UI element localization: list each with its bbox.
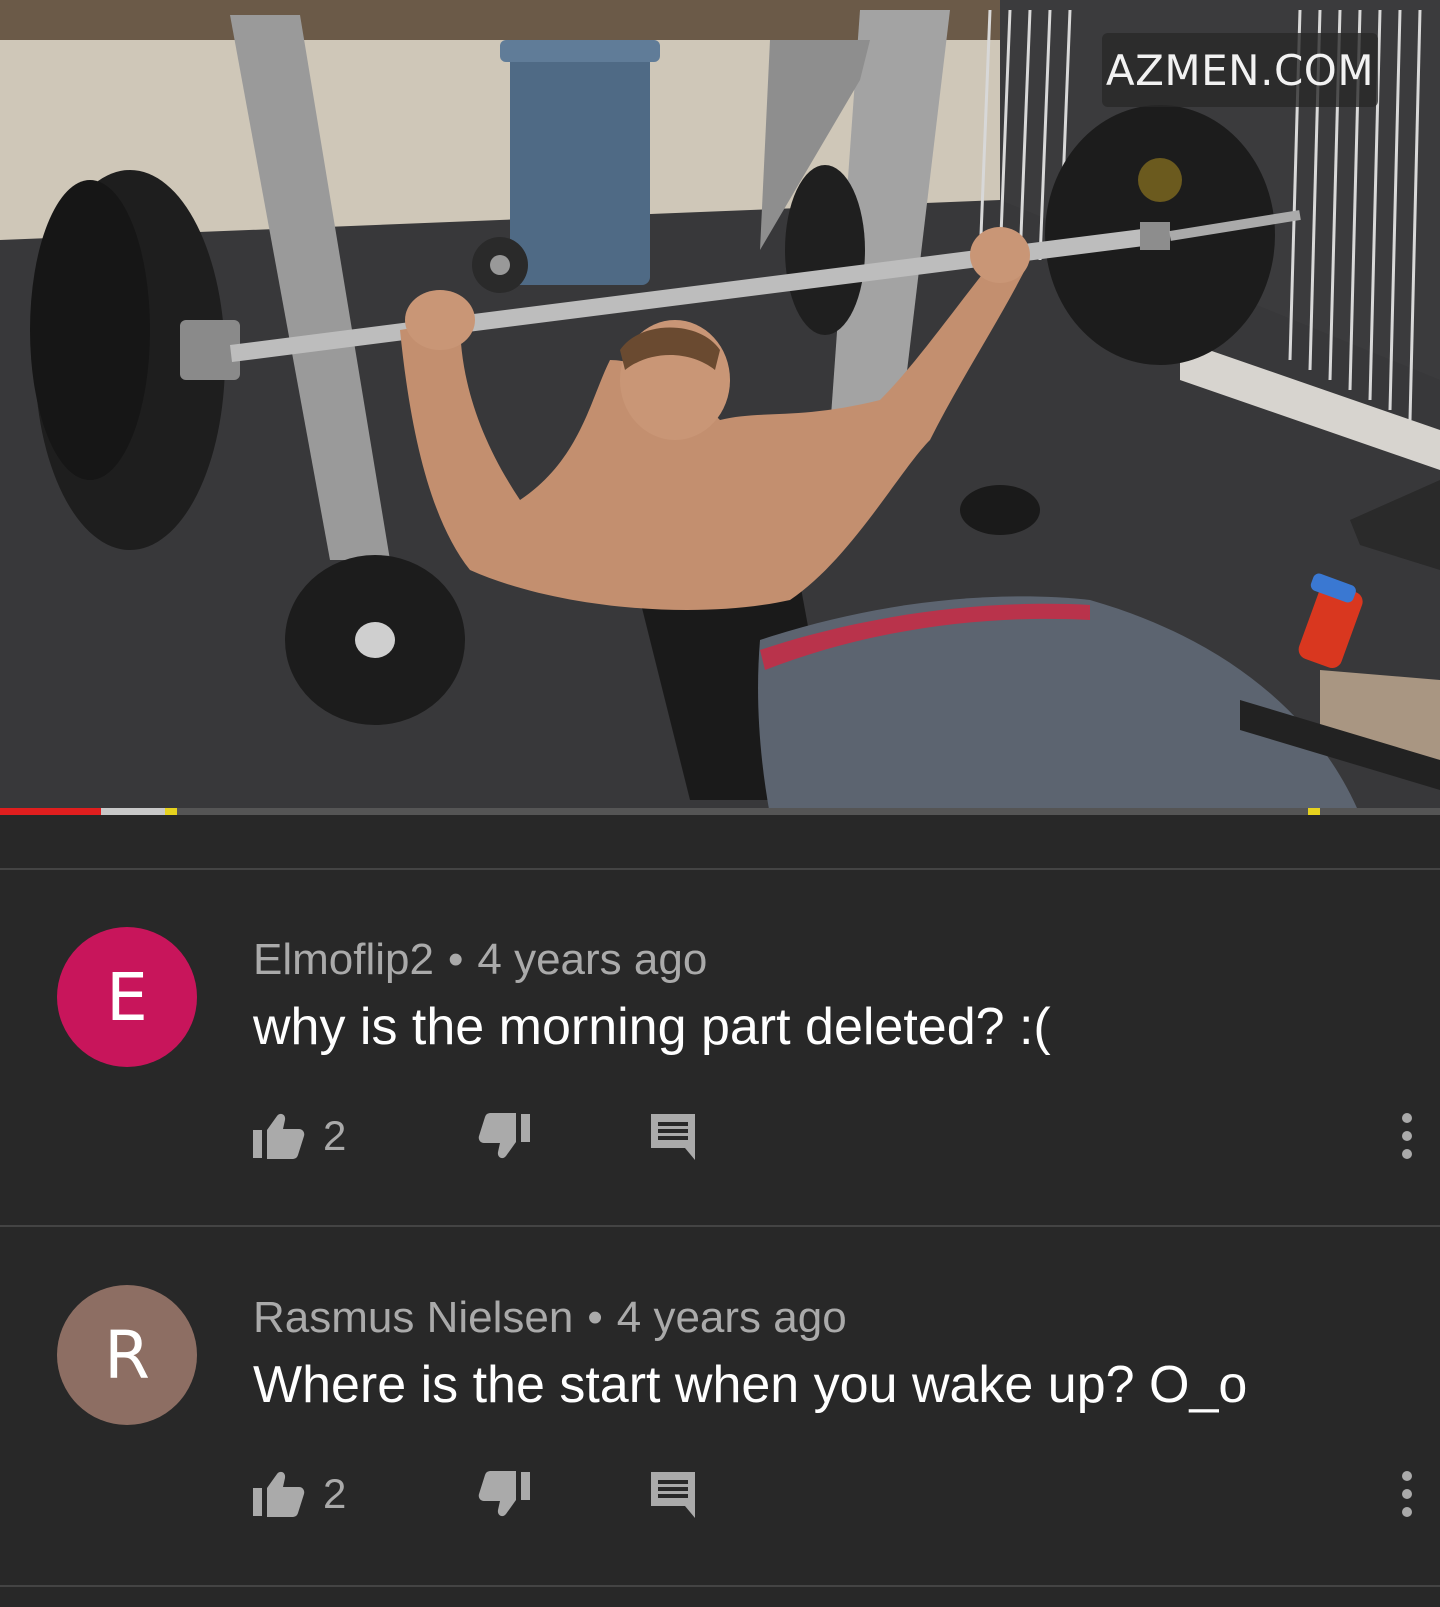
thumbs-down-icon <box>478 1471 530 1517</box>
progress-chapter-marker <box>1308 808 1320 815</box>
comment-actions: 2 <box>253 1112 1413 1172</box>
video-frame <box>0 0 1440 815</box>
avatar[interactable]: R <box>57 1285 197 1425</box>
like-count: 2 <box>323 1470 347 1517</box>
reply-button[interactable] <box>649 1112 697 1160</box>
more-vert-icon <box>1402 1471 1412 1517</box>
divider <box>0 868 1440 870</box>
video-player[interactable]: AZMEN.COM <box>0 0 1440 815</box>
divider <box>0 1225 1440 1227</box>
progress-played <box>0 808 101 815</box>
more-options-button[interactable] <box>1401 1112 1413 1160</box>
comment-actions: 2 <box>253 1470 1413 1530</box>
comment-item: R Rasmus Nielsen • 4 years ago Where is th… <box>0 1285 1440 1607</box>
thumbs-up-icon <box>253 1113 305 1159</box>
comment-author[interactable]: Elmoflip2 <box>253 935 434 984</box>
meta-separator: • <box>587 1293 603 1342</box>
comment-time[interactable]: 4 years ago <box>617 1293 847 1342</box>
comment-text: Where is the start when you wake up? O_o <box>253 1356 1248 1414</box>
reply-icon <box>651 1114 695 1160</box>
avatar-letter: R <box>104 1316 150 1394</box>
thumbs-up-icon <box>253 1471 305 1517</box>
like-button[interactable]: 2 <box>253 1112 346 1160</box>
comment-meta: Rasmus Nielsen • 4 years ago <box>253 1293 847 1343</box>
avatar-letter: E <box>106 958 148 1036</box>
dislike-button[interactable] <box>478 1470 530 1518</box>
page: AZMEN.COM E Elmoflip2 • 4 years ago why is… <box>0 0 1440 1607</box>
comment-meta: Elmoflip2 • 4 years ago <box>253 935 707 985</box>
comment-author[interactable]: Rasmus Nielsen <box>253 1293 573 1342</box>
comment-item: E Elmoflip2 • 4 years ago why is the morni… <box>0 927 1440 1267</box>
reply-button[interactable] <box>649 1470 697 1518</box>
watermark: AZMEN.COM <box>1102 33 1378 107</box>
divider <box>0 1585 1440 1587</box>
meta-separator: • <box>447 935 464 984</box>
avatar[interactable]: E <box>57 927 197 1067</box>
like-count: 2 <box>323 1112 347 1159</box>
video-progress-bar[interactable] <box>0 808 1440 815</box>
dislike-button[interactable] <box>478 1112 530 1160</box>
more-vert-icon <box>1402 1113 1412 1159</box>
reply-icon <box>651 1472 695 1518</box>
thumbs-down-icon <box>478 1113 530 1159</box>
progress-chapter-marker <box>165 808 177 815</box>
progress-buffered <box>100 808 166 815</box>
comment-time[interactable]: 4 years ago <box>477 935 707 984</box>
like-button[interactable]: 2 <box>253 1470 346 1518</box>
more-options-button[interactable] <box>1401 1470 1413 1518</box>
comment-text: why is the morning part deleted? :( <box>253 998 1051 1056</box>
